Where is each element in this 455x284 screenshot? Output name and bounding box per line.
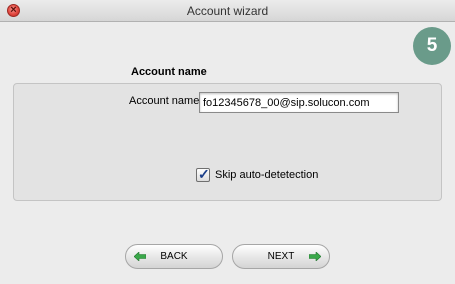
skip-auto-detection-option[interactable]: ✓ Skip auto-detetection (196, 166, 318, 183)
close-button[interactable]: × (7, 4, 20, 17)
next-button-label: NEXT (267, 251, 295, 262)
account-name-input[interactable] (199, 92, 399, 113)
arrow-right-icon (309, 252, 321, 261)
close-icon: × (10, 4, 17, 16)
back-button-label: BACK (160, 251, 188, 262)
account-name-label: Account name (129, 95, 200, 107)
account-wizard-window: × Account wizard 5 Account name Account … (0, 0, 455, 284)
step-number-badge: 5 (413, 27, 451, 65)
window-title: Account wizard (186, 4, 269, 18)
next-button[interactable]: NEXT (232, 244, 330, 269)
title-bar[interactable]: × Account wizard (0, 0, 455, 22)
arrow-left-icon (134, 252, 146, 261)
checkmark-icon: ✓ (198, 166, 210, 182)
skip-auto-detection-label[interactable]: Skip auto-detetection (215, 169, 318, 181)
back-button[interactable]: BACK (125, 244, 223, 269)
skip-auto-detection-checkbox[interactable]: ✓ (196, 166, 210, 182)
section-title: Account name (131, 66, 207, 78)
